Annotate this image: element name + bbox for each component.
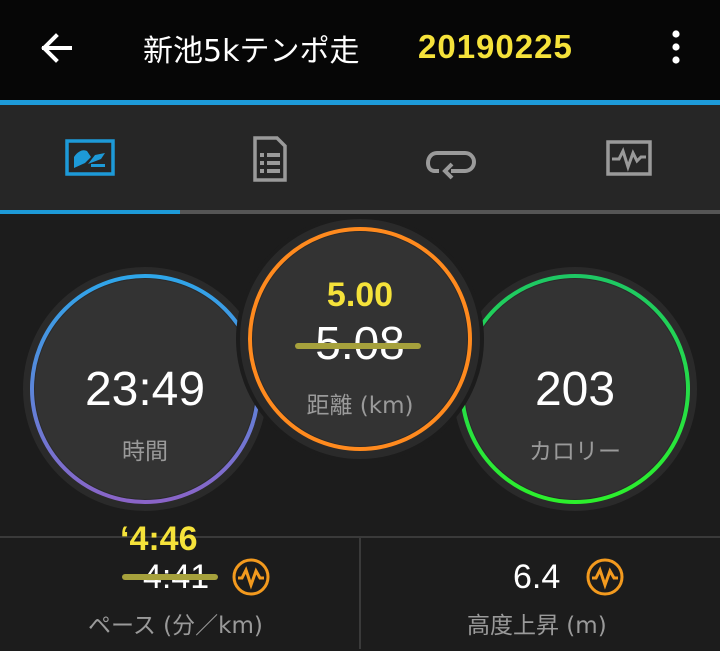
time-value: 23:49 bbox=[84, 363, 206, 416]
calories-value: 203 bbox=[534, 363, 616, 416]
time-label: 時間 bbox=[122, 439, 168, 465]
tab-details[interactable] bbox=[180, 105, 360, 213]
activity-title: 新池5kテンポ走 bbox=[143, 34, 360, 69]
pace-strikethrough bbox=[122, 574, 218, 580]
tab-summary[interactable] bbox=[0, 105, 180, 213]
tab-bar bbox=[0, 105, 720, 213]
distance-corrected: 5.00 bbox=[326, 276, 394, 314]
distance-stat: 5.00 5.08 距離 (km) bbox=[235, 214, 485, 464]
pace-corrected: ‘4:46 bbox=[120, 520, 198, 558]
time-stat: 23:49 時間 bbox=[20, 264, 270, 514]
graphs-icon bbox=[606, 140, 652, 176]
pace-heartrate-badge-icon[interactable] bbox=[231, 557, 271, 597]
more-options-icon[interactable] bbox=[664, 28, 688, 68]
pace-label: ペース (分／km) bbox=[88, 613, 263, 639]
tab-laps[interactable] bbox=[360, 105, 540, 213]
stats-panel: 23:49 時間 203 カロリー 5.00 5.08 距離 (km) bbox=[0, 214, 720, 536]
summary-chart-icon bbox=[65, 139, 115, 176]
elevation-value: 6.4 bbox=[513, 558, 561, 596]
tab-graphs[interactable] bbox=[540, 105, 720, 213]
elevation-label: 高度上昇 (m) bbox=[467, 613, 607, 639]
elevation-heartrate-badge-icon[interactable] bbox=[585, 557, 625, 597]
bottom-divider bbox=[359, 538, 361, 649]
laps-loop-icon bbox=[425, 151, 477, 180]
back-arrow-icon[interactable] bbox=[36, 28, 76, 68]
app-header: 新池5kテンポ走 20190225 bbox=[0, 0, 720, 100]
distance-strikethrough bbox=[295, 343, 421, 349]
distance-label: 距離 (km) bbox=[306, 393, 414, 419]
calories-stat: 203 カロリー bbox=[450, 264, 700, 514]
date-annotation: 20190225 bbox=[418, 28, 573, 65]
details-list-icon bbox=[253, 136, 287, 182]
calories-label: カロリー bbox=[529, 439, 621, 465]
